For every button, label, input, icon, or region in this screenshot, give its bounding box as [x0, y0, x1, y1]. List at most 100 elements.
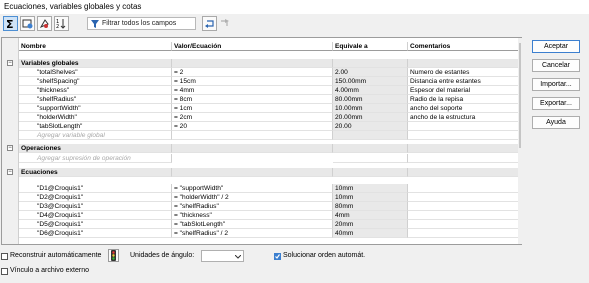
import-button[interactable]: Importar... — [532, 78, 580, 91]
sketch-view-icon — [22, 19, 33, 29]
traffic-light-button[interactable] — [108, 249, 119, 262]
cell-name[interactable]: "D5@Croquis1" — [19, 220, 172, 229]
cell-name[interactable]: "D2@Croquis1" — [19, 193, 172, 202]
title-bar: Ecuaciones, variables globales y cotas — [0, 0, 589, 14]
dimension-view-button[interactable] — [37, 16, 52, 31]
chevron-down-icon — [235, 255, 241, 259]
cell-name[interactable]: "D1@Croquis1" — [19, 184, 172, 193]
cell-comment[interactable]: ancho del soporte — [408, 104, 521, 113]
cell-equivalent: 20.00 — [333, 122, 408, 131]
checkmark-icon — [275, 254, 280, 259]
table-row[interactable]: "D5@Croquis1" = "tabSlotLength" 20mm — [2, 220, 521, 229]
help-button[interactable]: Ayuda — [532, 116, 580, 129]
cell-value[interactable]: = 8cm — [172, 95, 333, 104]
add-global-row[interactable]: Agregar variable global — [2, 131, 521, 140]
cell-value[interactable]: = "shelfRadius" / 2 — [172, 229, 333, 238]
cancel-button[interactable]: Cancelar — [532, 59, 580, 72]
ordered-view-button[interactable]: 12 — [54, 16, 69, 31]
header-equivalent[interactable]: Equivale a — [333, 42, 408, 51]
sort-order-icon: 12 — [56, 19, 66, 29]
table-row[interactable]: "shelfSpacing" = 15cm 150.00mm Distancia… — [2, 77, 521, 86]
cell-equivalent: 10mm — [333, 184, 408, 193]
cell-equivalent: 10mm — [333, 193, 408, 202]
cell-name[interactable]: "holderWidth" — [19, 113, 172, 122]
cell-name[interactable]: "totalShelves" — [19, 68, 172, 77]
svg-text:2: 2 — [56, 24, 59, 29]
cell-comment[interactable]: ancho de la estructura — [408, 113, 521, 122]
table-row[interactable]: "D1@Croquis1" = "supportWidth" 10mm — [2, 184, 521, 193]
cell-name[interactable]: "shelfRadius" — [19, 95, 172, 104]
cell-comment[interactable] — [408, 193, 521, 202]
cell-name[interactable]: "tabSlotLength" — [19, 122, 172, 131]
collapse-icon[interactable]: − — [7, 145, 13, 151]
cell-value[interactable]: = "shelfRadius" — [172, 202, 333, 211]
cell-comment[interactable]: Radio de la repisa — [408, 95, 521, 104]
add-feature-placeholder[interactable]: Agregar supresión de operación — [19, 154, 172, 163]
collapse-icon[interactable]: − — [7, 169, 13, 175]
table-row[interactable]: "D3@Croquis1" = "shelfRadius" 80mm — [2, 202, 521, 211]
cell-value[interactable]: = 2cm — [172, 113, 333, 122]
cell-comment[interactable]: Numero de estantes — [408, 68, 521, 77]
cell-name[interactable]: "D4@Croquis1" — [19, 211, 172, 220]
cell-comment[interactable] — [408, 202, 521, 211]
cell-name[interactable]: "supportWidth" — [19, 104, 172, 113]
vertical-scrollbar[interactable] — [518, 38, 522, 244]
link-external-checkbox[interactable] — [1, 268, 8, 275]
cell-comment[interactable] — [408, 229, 521, 238]
cell-value[interactable]: = "tabSlotLength" — [172, 220, 333, 229]
cell-value[interactable]: = "thickness" — [172, 211, 333, 220]
table-row[interactable]: "D6@Croquis1" = "shelfRadius" / 2 40mm — [2, 229, 521, 238]
undo-filter-button[interactable] — [202, 16, 217, 31]
cell-name[interactable]: "D6@Croquis1" — [19, 229, 172, 238]
cell-value[interactable]: = "supportWidth" — [172, 184, 333, 193]
header-value[interactable]: Valor/Ecuación — [172, 42, 333, 51]
cell-comment[interactable] — [408, 184, 521, 193]
auto-rebuild-label: Reconstruir automáticamente — [10, 252, 102, 259]
solve-order-label: Solucionar orden automát. — [283, 252, 366, 259]
redo-disabled-button[interactable] — [219, 17, 231, 31]
auto-rebuild-checkbox[interactable] — [1, 253, 8, 260]
cell-value[interactable]: = 4mm — [172, 86, 333, 95]
cell-comment[interactable]: Espesor del material — [408, 86, 521, 95]
header-comments[interactable]: Comentarios — [408, 42, 521, 51]
sigma-icon: Σ — [6, 18, 14, 29]
cell-comment[interactable] — [408, 220, 521, 229]
cell-comment[interactable]: Distancia entre estantes — [408, 77, 521, 86]
cell-value[interactable]: = "holderWidth" / 2 — [172, 193, 333, 202]
table-row[interactable]: "shelfRadius" = 8cm 80.00mm Radio de la … — [2, 95, 521, 104]
add-global-placeholder[interactable]: Agregar variable global — [19, 131, 172, 140]
cell-comment[interactable] — [408, 122, 521, 131]
table-row[interactable]: "totalShelves" = 2 2.00 Numero de estant… — [2, 68, 521, 77]
table-row[interactable]: "D2@Croquis1" = "holderWidth" / 2 10mm — [2, 193, 521, 202]
solve-order-checkbox[interactable] — [274, 253, 281, 260]
cell-name[interactable]: "shelfSpacing" — [19, 77, 172, 86]
table-row[interactable]: "supportWidth" = 1cm 10.00mm ancho del s… — [2, 104, 521, 113]
angle-units-select[interactable] — [201, 250, 244, 262]
filter-input[interactable]: Filtrar todos los campos — [87, 17, 196, 30]
collapse-icon[interactable]: − — [7, 60, 13, 66]
cell-value[interactable]: = 1cm — [172, 104, 333, 113]
sketch-equation-view-button[interactable] — [20, 16, 35, 31]
table-row[interactable]: "thickness" = 4mm 4.00mm Espesor del mat… — [2, 86, 521, 95]
filter-placeholder: Filtrar todos los campos — [102, 20, 177, 27]
table-row[interactable]: "holderWidth" = 2cm 20.00mm ancho de la … — [2, 113, 521, 122]
equation-view-button[interactable]: Σ — [3, 16, 18, 31]
scrollbar-thumb[interactable] — [519, 43, 521, 148]
cell-equivalent: 20mm — [333, 220, 408, 229]
cell-comment[interactable] — [408, 211, 521, 220]
ok-button[interactable]: Aceptar — [532, 40, 580, 53]
cell-name[interactable]: "D3@Croquis1" — [19, 202, 172, 211]
filter-icon — [91, 20, 99, 28]
header-name[interactable]: Nombre — [19, 42, 172, 51]
cell-value[interactable]: = 20 — [172, 122, 333, 131]
section-features-label: Operaciones — [19, 144, 172, 153]
cell-equivalent: 2.00 — [333, 68, 408, 77]
toolbar: Σ 12 Filtrar todos los campos — [0, 14, 589, 36]
export-button[interactable]: Exportar... — [532, 97, 580, 110]
table-row[interactable]: "D4@Croquis1" = "thickness" 4mm — [2, 211, 521, 220]
cell-value[interactable]: = 15cm — [172, 77, 333, 86]
cell-value[interactable]: = 2 — [172, 68, 333, 77]
table-row[interactable]: "tabSlotLength" = 20 20.00 — [2, 122, 521, 131]
cell-name[interactable]: "thickness" — [19, 86, 172, 95]
add-feature-row[interactable]: Agregar supresión de operación — [2, 154, 521, 163]
